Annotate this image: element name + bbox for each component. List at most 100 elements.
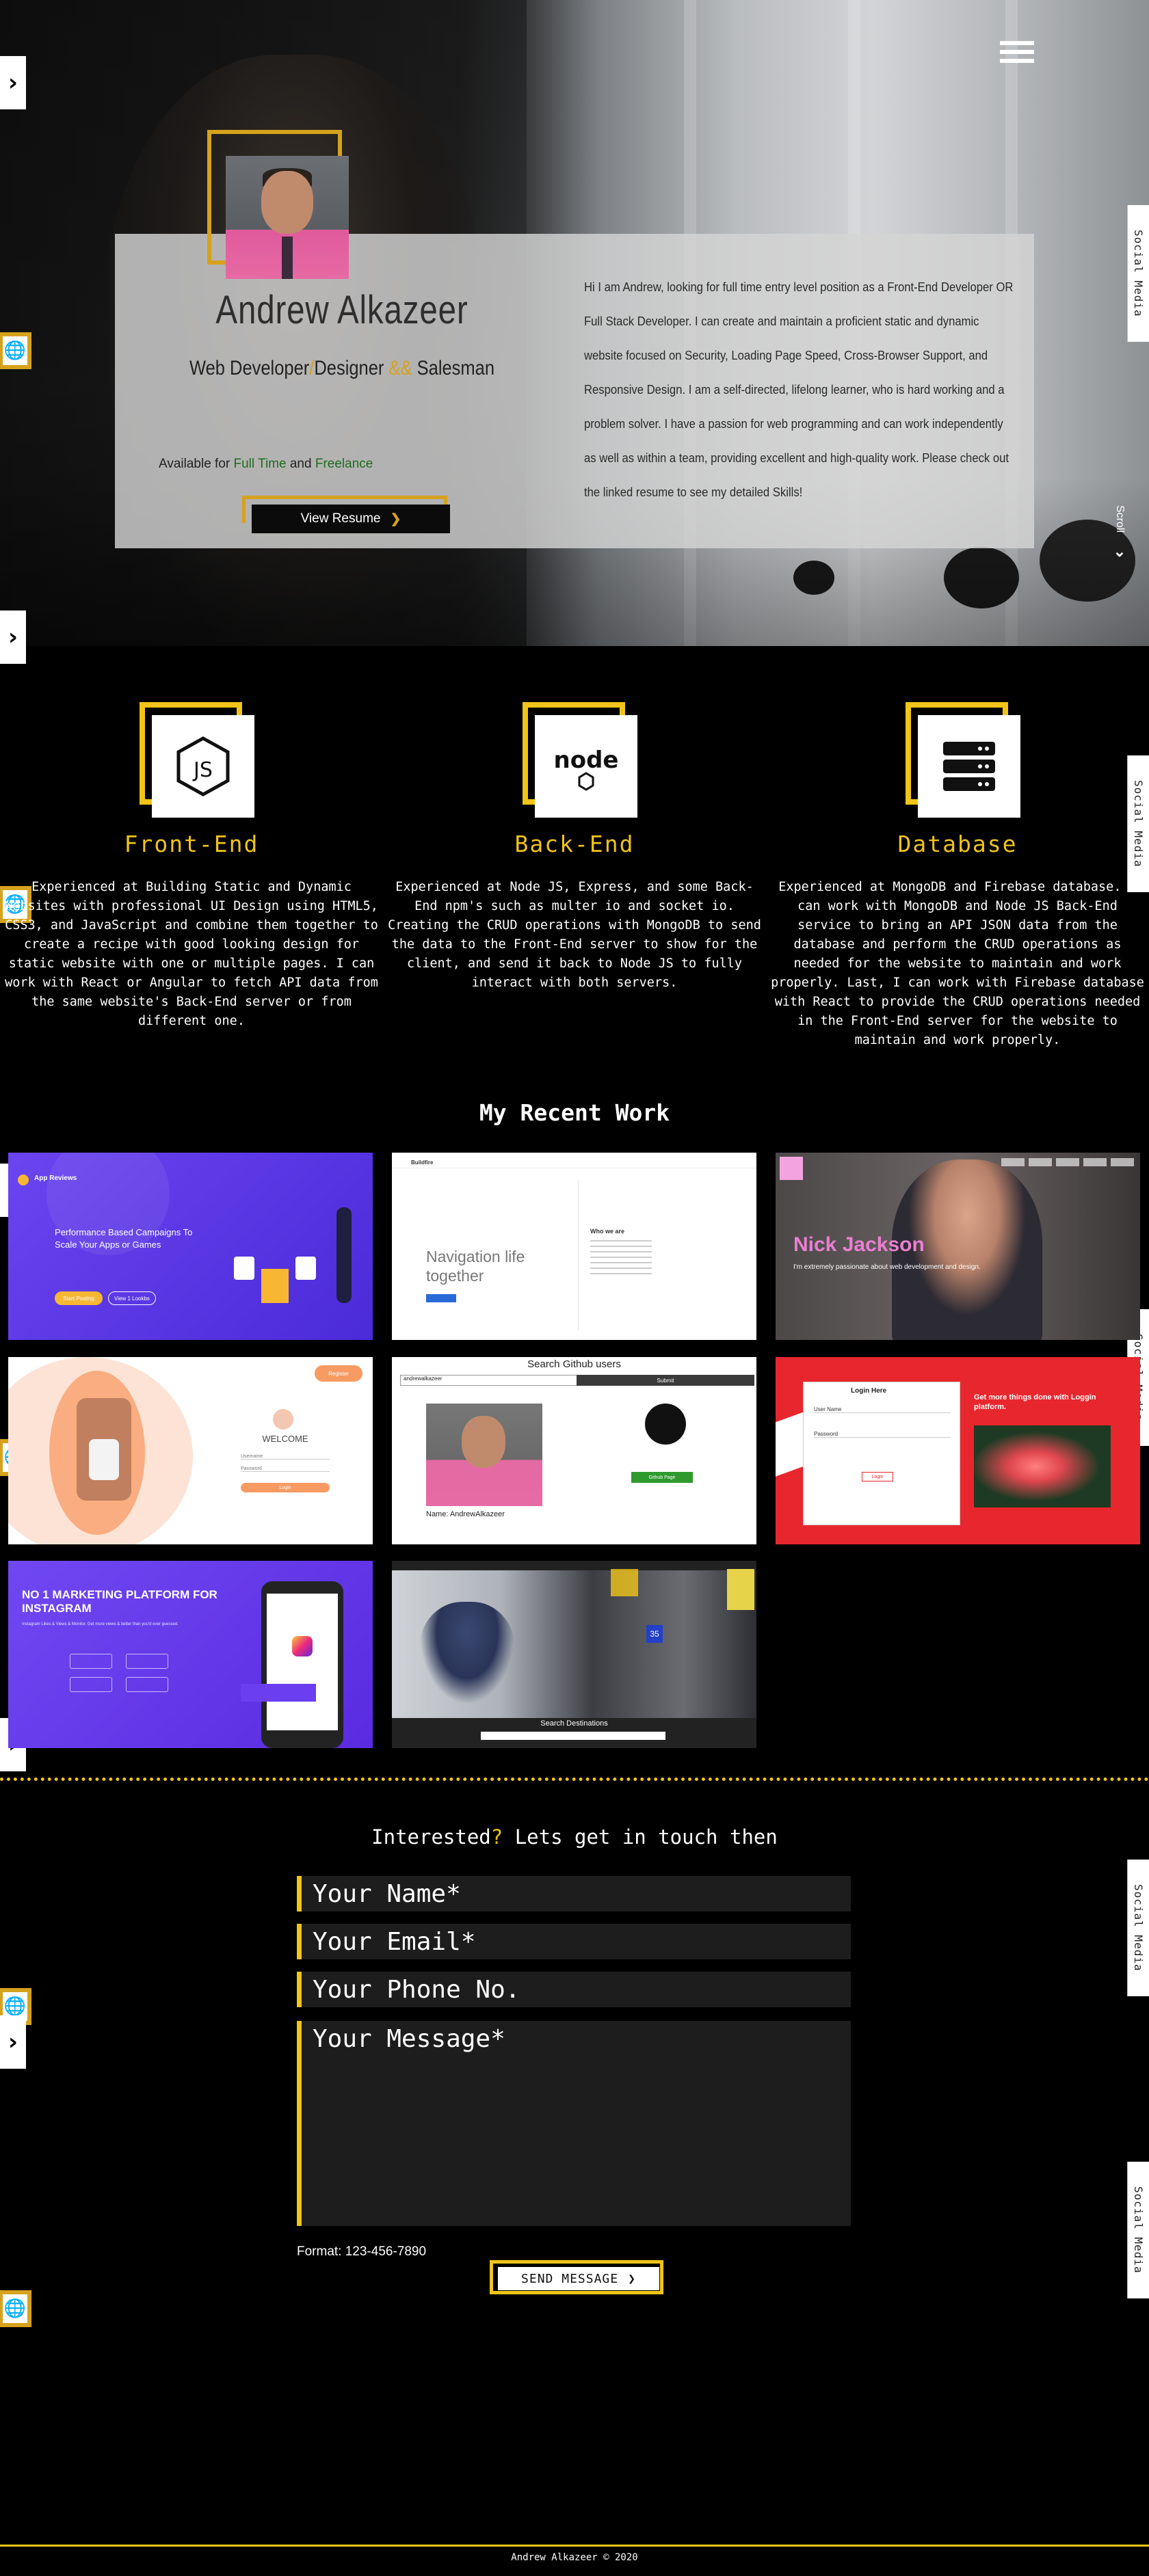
menu-icon[interactable] [1000, 41, 1034, 63]
svg-text:JS: JS [192, 758, 213, 782]
hero-name: Andrew Alkazeer [215, 288, 468, 332]
avail-freelance: Freelance [315, 457, 373, 471]
skill-desc-front-end: Experienced at Building Static and Dynam… [5, 880, 378, 1028]
project-thumbnail-nick-jackson[interactable]: Nick Jackson I'm extremely passionate ab… [776, 1153, 1140, 1340]
social-media-tab[interactable]: Social Media [1127, 205, 1149, 342]
bio-text: Hi I am Andrew, looking for full time en… [584, 280, 1014, 499]
profile-photo [226, 156, 349, 279]
t8-gate-sign: 35 [646, 1625, 663, 1643]
social-media-label: Social Media [1132, 2186, 1145, 2274]
skill-title-front-end: Front-End [124, 831, 259, 857]
side-arrow-button[interactable]: › [0, 611, 26, 664]
phone-field[interactable]: Your Phone No. [297, 1972, 851, 2007]
t4-username: Username [241, 1454, 330, 1460]
globe-button[interactable]: 🌐 [0, 332, 31, 369]
t2-brand: Buildfire [411, 1159, 434, 1166]
illustration-box [295, 1257, 316, 1280]
skill-title-database: Database [897, 831, 1018, 857]
project-thumbnail-github-search[interactable]: Search Github users andrewalkazeer Submi… [392, 1357, 756, 1544]
social-media-tab[interactable]: Social Media [1127, 755, 1149, 892]
project-thumbnail-navigation[interactable]: Buildfire Navigation life together Who w… [392, 1153, 756, 1340]
chevron-right-icon: › [8, 623, 18, 651]
skill-title-back-end: Back-End [514, 831, 635, 857]
js-icon: JS [152, 715, 254, 818]
social-media-label: Social Media [1132, 230, 1145, 317]
t5-green-button: Github Page [631, 1472, 693, 1483]
role-web-developer: Web Developer [189, 357, 310, 379]
t5-submit: Submit [577, 1375, 754, 1386]
t6-password: Password [814, 1431, 951, 1438]
social-media-tab[interactable]: Social Media [1127, 2162, 1149, 2298]
recent-work-title: My Recent Work [479, 1099, 670, 1126]
hero-section: Andrew Alkazeer Web Developer/Designer &… [0, 0, 1149, 646]
github-icon [645, 1404, 686, 1445]
section-divider [0, 1777, 1149, 1781]
availability-text: Available for Full Time and Freelance [159, 457, 373, 472]
logo-icon [780, 1157, 803, 1180]
contact-title-q: ? [490, 1825, 503, 1849]
avail-prefix: Available for [159, 457, 234, 471]
globe-button[interactable]: 🌐 [0, 2290, 31, 2327]
project-thumbnail-login-platform[interactable]: Login Here User Name Password Login Get … [776, 1357, 1140, 1544]
contact-title-pre: Interested [371, 1825, 491, 1849]
email-field[interactable]: Your Email* [297, 1924, 851, 1959]
t5-input: andrewalkazeer [400, 1375, 578, 1386]
role-and: && [388, 357, 412, 379]
t3-name: Nick Jackson [793, 1233, 925, 1256]
t7-sub: Instagram Likes & Views & Monitor. Get m… [22, 1622, 179, 1626]
chevron-right-icon: › [8, 69, 18, 96]
project-thumbnail-search-destinations[interactable]: 35 Search Destinations [392, 1561, 756, 1748]
role-salesman: Salesman [417, 357, 495, 379]
avail-full-time: Full Time [233, 457, 287, 471]
chevron-right-icon: › [8, 2028, 18, 2056]
t4-welcome: WELCOME [262, 1434, 308, 1444]
avatar [273, 1409, 293, 1430]
illustration-box [261, 1269, 289, 1303]
message-field[interactable]: Your Message* [297, 2021, 851, 2226]
t1-button: Start Posting [55, 1291, 103, 1305]
send-message-button[interactable]: SEND MESSAGE ❯ [498, 2267, 659, 2290]
t1-brand: App Reviews [34, 1175, 77, 1182]
nodejs-icon: node [535, 715, 637, 818]
t5-name: Name: AndrewAlkazeer [426, 1510, 505, 1518]
illustration-person [336, 1207, 352, 1303]
t1-heading: Performance Based Campaigns To Scale You… [55, 1227, 193, 1250]
name-field[interactable]: Your Name* [297, 1876, 851, 1911]
t6-login-button: Login [862, 1472, 893, 1481]
view-resume-button[interactable]: View Resume ❯ [252, 505, 450, 533]
role-designer: Designer [314, 357, 384, 379]
portfolio-page: Andrew Alkazeer Web Developer/Designer &… [0, 0, 1149, 2576]
profile-photo [426, 1404, 542, 1506]
globe-icon: 🌐 [3, 336, 27, 365]
project-thumbnail-welcome[interactable]: Register WELCOME Username Password Login [8, 1357, 373, 1544]
project-thumbnail-app-reviews[interactable]: App Reviews Performance Based Campaigns … [8, 1153, 373, 1340]
t5-title: Search Github users [527, 1358, 621, 1370]
avail-and: and [286, 457, 315, 471]
project-thumbnail-instagram-marketing[interactable]: NO 1 MARKETING PLATFORM FOR INSTAGRAM In… [8, 1561, 373, 1748]
t2-sub: Who we are [590, 1228, 625, 1235]
t4-login-button: Login [241, 1483, 330, 1492]
social-media-tab[interactable]: Social Media [1127, 1860, 1149, 1996]
scroll-indicator[interactable]: Scroll ⌄ [1109, 505, 1130, 561]
phone-format-note: Format: 123-456-7890 [297, 2244, 427, 2259]
contact-title-post: Lets get in touch then [503, 1825, 778, 1849]
side-arrow-button[interactable]: › [0, 56, 26, 109]
t8-banner: Search Destinations [540, 1719, 608, 1728]
flamingo-image [974, 1425, 1111, 1507]
chevron-right-icon: ❯ [390, 511, 401, 526]
view-resume-label: View Resume [300, 511, 381, 526]
contact-title: Interested? Lets get in touch then [0, 1825, 1149, 1849]
database-icon [918, 715, 1020, 818]
t4-corner-button: Register [315, 1365, 362, 1382]
svg-text:node: node [554, 747, 619, 774]
t2-heading: Navigation life together [426, 1248, 525, 1285]
illustration-box [234, 1257, 254, 1280]
t1-button: View 1 Lookbs [108, 1291, 156, 1305]
side-arrow-button[interactable]: › [0, 2015, 26, 2069]
hero-role: Web Developer/Designer && Salesman [185, 357, 499, 380]
scroll-label: Scroll [1114, 505, 1126, 533]
t4-password: Password [241, 1466, 330, 1472]
t3-tagline: I'm extremely passionate about web devel… [793, 1263, 981, 1271]
brand-logo-icon [18, 1175, 29, 1185]
t6-login-title: Login Here [851, 1387, 887, 1395]
